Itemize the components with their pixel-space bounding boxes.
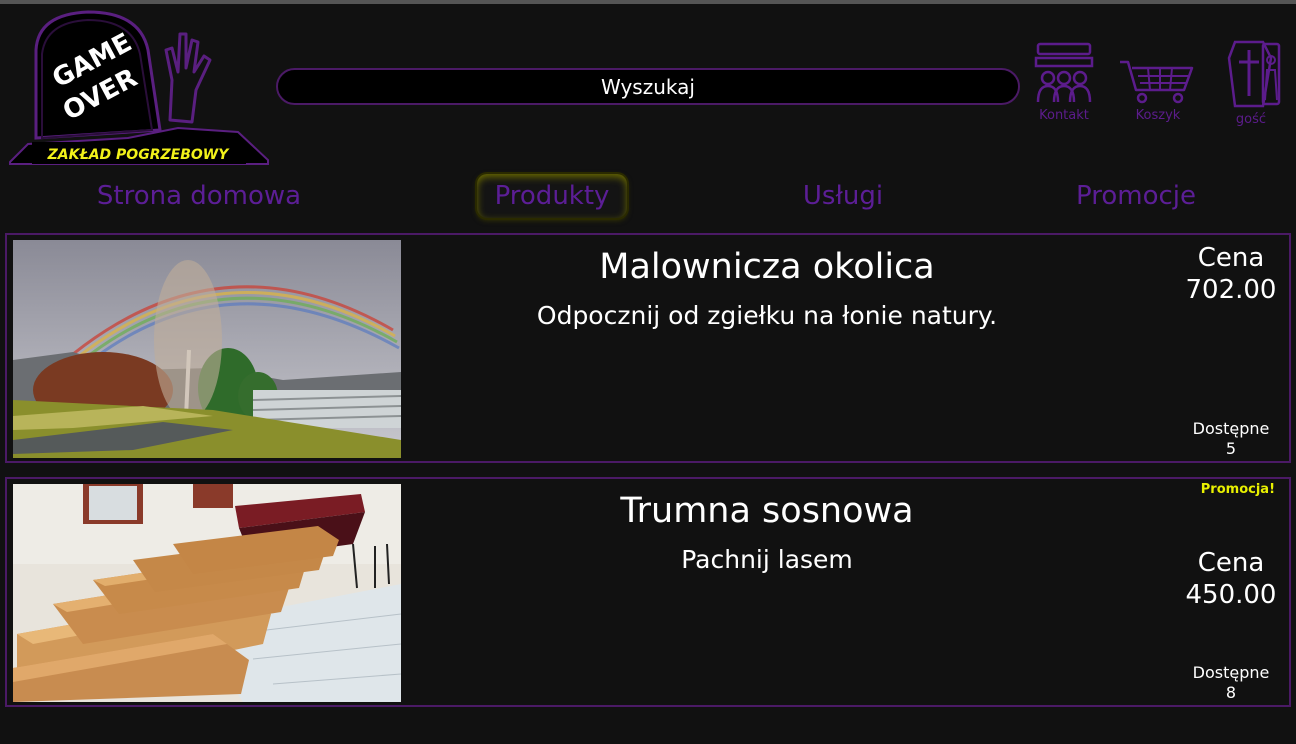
product-title[interactable]: Trumna sosnowa [417, 491, 1117, 531]
user-button[interactable]: gość [1211, 40, 1291, 127]
search-label: Wyszukaj [601, 74, 695, 99]
nav-home[interactable]: Strona domowa [68, 174, 330, 218]
availability-value: 5 [1225, 439, 1237, 458]
price-label: Cena [1197, 243, 1265, 273]
cemetery-rainbow-photo [13, 240, 401, 458]
coffins-photo [13, 484, 401, 702]
product-description: Pachnij lasem [681, 545, 853, 574]
availability-value: 8 [1225, 683, 1237, 702]
price-value: 450.00 [1185, 580, 1277, 610]
cart-button[interactable]: Koszyk [1118, 40, 1198, 123]
cart-icon [1120, 60, 1194, 104]
nav-products[interactable]: Produkty [477, 174, 627, 218]
product-card[interactable]: Promocja! Trumna sosnowa Pachnij lasem C… [5, 477, 1291, 707]
nav-services[interactable]: Usługi [770, 174, 916, 218]
contact-button[interactable]: Kontakt [1024, 40, 1104, 123]
contact-label: Kontakt [1039, 108, 1089, 123]
cart-label: Koszyk [1135, 108, 1181, 123]
product-image[interactable] [13, 484, 401, 702]
product-title[interactable]: Malownicza okolica [417, 247, 1117, 287]
site-logo[interactable]: GAME OVER ZAKŁAD POGRZEBOWY [8, 10, 272, 166]
availability-label: Dostępne [1192, 419, 1270, 438]
tombstone-logo-icon: GAME OVER ZAKŁAD POGRZEBOWY [9, 10, 269, 165]
nav-promotions[interactable]: Promocje [1050, 174, 1222, 218]
price-label: Cena [1197, 548, 1265, 578]
window-top-edge [0, 0, 1296, 4]
product-description: Odpocznij od zgiełku na łonie natury. [536, 301, 998, 330]
product-image[interactable] [13, 240, 401, 458]
promo-badge: Promocja! [1200, 482, 1275, 497]
price-value: 702.00 [1185, 275, 1277, 305]
availability-label: Dostępne [1192, 663, 1270, 682]
coffin-user-icon [1227, 40, 1281, 108]
user-label: gość [1235, 112, 1267, 127]
contact-icon [1034, 42, 1094, 103]
product-card[interactable]: Malownicza okolica Odpocznij od zgiełku … [5, 233, 1291, 463]
search-input[interactable]: Wyszukaj [276, 68, 1020, 105]
svg-text:ZAKŁAD POGRZEBOWY: ZAKŁAD POGRZEBOWY [47, 147, 231, 163]
